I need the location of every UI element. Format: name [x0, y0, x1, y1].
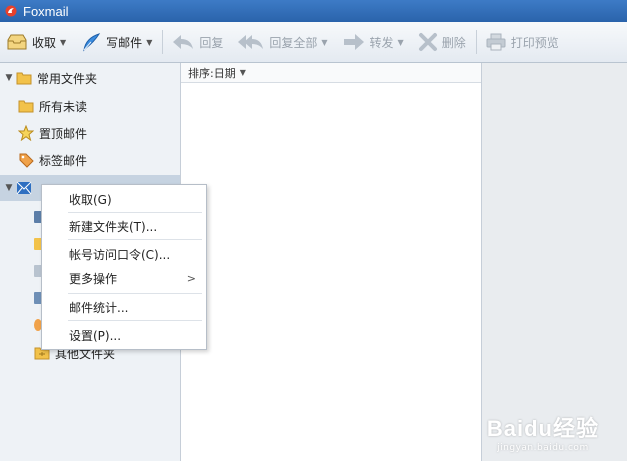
reply-button[interactable]: 回复 — [165, 22, 231, 62]
folder-pinned[interactable]: 置顶邮件 — [0, 120, 180, 146]
feather-pen-icon — [83, 33, 101, 52]
menu-item-label: 帐号访问口令(C)... — [69, 247, 171, 262]
forward-label: 转发 — [369, 35, 394, 50]
menu-item-label: 收取(G) — [69, 192, 112, 207]
print-preview-button[interactable]: 打印预览 — [479, 22, 567, 62]
menu-separator — [68, 293, 202, 294]
star-icon — [18, 125, 34, 141]
foxmail-logo-icon — [5, 5, 17, 17]
menu-separator — [68, 239, 202, 240]
reply-arrow-icon — [173, 35, 194, 49]
reply-all-arrow-icon — [238, 35, 264, 49]
compose-dropdown-icon[interactable]: ▼ — [146, 38, 152, 47]
menu-item-receive[interactable]: 收取(G) — [42, 188, 206, 210]
delete-x-icon — [418, 33, 437, 51]
sort-label: 排序:日期 — [188, 66, 236, 80]
watermark-sub: jingyan.baidu.com — [497, 443, 589, 453]
receive-label: 收取 — [32, 35, 57, 50]
menu-separator — [68, 320, 202, 321]
context-menu: 收取(G) 新建文件夹(T)... 帐号访问口令(C)... 更多操作 > 邮件… — [41, 184, 207, 350]
folder-icon — [18, 98, 34, 114]
reply-all-label: 回复全部 — [269, 35, 318, 50]
chevron-right-icon: > — [186, 271, 196, 285]
watermark: Baidu经验 jingyan.baidu.com — [487, 411, 599, 453]
forward-dropdown-icon[interactable]: ▼ — [398, 38, 404, 47]
inbox-tray-icon — [7, 34, 27, 50]
receive-button[interactable]: 收取 ▼ — [0, 22, 74, 62]
message-list-pane: 排序:日期 ▼ — [181, 63, 482, 461]
menu-item-label: 新建文件夹(T)... — [69, 219, 158, 234]
account-mail-icon — [16, 180, 32, 196]
chevron-down-icon: ▼ — [239, 68, 246, 77]
menu-item-access-password[interactable]: 帐号访问口令(C)... — [42, 243, 206, 265]
folder-all-unread[interactable]: 所有未读 — [0, 93, 180, 119]
folder-label: 标签邮件 — [39, 153, 88, 168]
folder-label: 常用文件夹 — [37, 71, 98, 86]
folder-common-group[interactable]: ▼ 常用文件夹 — [0, 65, 180, 91]
watermark-main: Baidu经验 — [486, 416, 599, 441]
delete-button[interactable]: 删除 — [412, 22, 474, 62]
toolbar-separator — [162, 30, 164, 54]
menu-item-more-actions[interactable]: 更多操作 > — [42, 267, 206, 289]
menu-separator — [68, 212, 202, 213]
forward-arrow-icon — [343, 34, 364, 50]
folder-icon — [16, 70, 32, 86]
print-preview-label: 打印预览 — [510, 35, 559, 50]
window-title: Foxmail — [23, 3, 69, 19]
preview-pane: Baidu经验 jingyan.baidu.com — [482, 63, 627, 461]
folder-label: 所有未读 — [39, 99, 88, 114]
toolbar: 收取 ▼ 写邮件 ▼ 回复 回复全部 ▼ 转发 ▼ 删除 打印预览 — [0, 22, 627, 63]
sort-selector[interactable]: 排序:日期 ▼ — [181, 63, 481, 83]
menu-item-mail-stats[interactable]: 邮件统计... — [42, 296, 206, 318]
reply-all-button[interactable]: 回复全部 ▼ — [231, 22, 335, 62]
delete-label: 删除 — [441, 35, 466, 50]
receive-dropdown-icon[interactable]: ▼ — [60, 38, 66, 47]
title-bar: Foxmail — [0, 0, 627, 22]
compose-label: 写邮件 — [106, 35, 143, 50]
menu-item-label: 设置(P)... — [69, 328, 122, 343]
menu-item-settings[interactable]: 设置(P)... — [42, 324, 206, 346]
folder-tagged[interactable]: 标签邮件 — [0, 147, 180, 173]
menu-item-label: 邮件统计... — [69, 300, 129, 315]
printer-icon — [486, 33, 506, 51]
expand-triangle-icon[interactable]: ▼ — [2, 183, 16, 193]
tag-icon — [18, 152, 34, 168]
forward-button[interactable]: 转发 ▼ — [336, 22, 412, 62]
menu-item-label: 更多操作 — [69, 271, 118, 286]
toolbar-separator — [475, 30, 477, 54]
menu-item-new-folder[interactable]: 新建文件夹(T)... — [42, 215, 206, 237]
reply-label: 回复 — [199, 35, 224, 50]
expand-triangle-icon[interactable]: ▼ — [2, 73, 16, 83]
compose-button[interactable]: 写邮件 ▼ — [74, 22, 160, 62]
reply-all-dropdown-icon[interactable]: ▼ — [321, 38, 327, 47]
folder-label: 置顶邮件 — [39, 126, 88, 141]
